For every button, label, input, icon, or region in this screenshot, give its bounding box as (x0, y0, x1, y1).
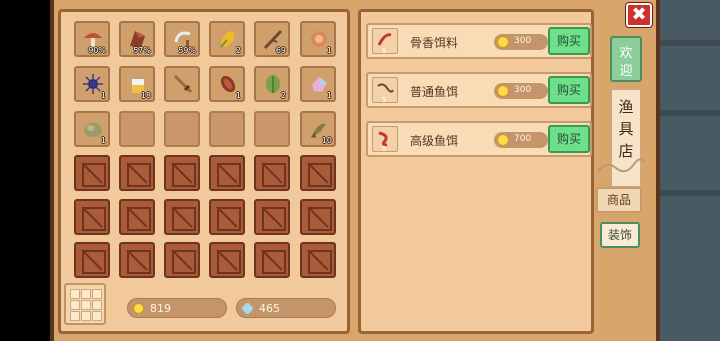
item-count: 90% (88, 46, 106, 55)
inventory-slot[interactable]: 1 (209, 66, 245, 102)
coin-icon (497, 36, 509, 48)
coin-icon (497, 85, 509, 97)
inventory-slot[interactable]: 59% (164, 21, 200, 57)
locked-slot[interactable] (164, 242, 200, 278)
inventory-slot[interactable]: 1 (300, 66, 336, 102)
shop-item-row: 5 高级鱼饵 700 购买 (366, 121, 592, 157)
buy-button[interactable]: 购买 (548, 76, 590, 104)
welcome-banner: 欢 迎 (610, 36, 642, 82)
locked-slot[interactable] (164, 199, 200, 235)
inventory-slot[interactable]: 2 (209, 21, 245, 57)
decorative-swirl-icon (597, 158, 645, 173)
item-count: 69 (275, 46, 286, 55)
inventory-slot[interactable]: 18 (119, 66, 155, 102)
inventory-slot[interactable]: 69 (254, 21, 290, 57)
locked-slot[interactable] (209, 242, 245, 278)
item-count: 1 (100, 91, 106, 100)
locked-slot[interactable] (119, 199, 155, 235)
locked-slot[interactable] (164, 155, 200, 191)
item-count: 1 (326, 91, 332, 100)
locked-slot[interactable] (119, 155, 155, 191)
locked-slot[interactable] (74, 242, 110, 278)
inventory-slot[interactable]: 1 (300, 21, 336, 57)
gold-value: 819 (150, 302, 171, 315)
gem-balance: 465 (236, 298, 336, 318)
inventory-slot[interactable]: 10 (300, 111, 336, 147)
inventory-slot[interactable]: 2 (254, 66, 290, 102)
item-name: 骨香饵料 (410, 36, 459, 50)
bone-bait-icon: 5 (372, 28, 398, 55)
tab-decor[interactable]: 装饰 (600, 222, 640, 248)
item-count: 1 (100, 136, 106, 145)
item-count: 2 (280, 91, 286, 100)
coin-icon (497, 134, 509, 146)
inventory-slot[interactable]: 90% (74, 21, 110, 57)
item-count: 10 (321, 136, 332, 145)
shop-item-row: 5 普通鱼饵 300 购买 (366, 72, 592, 108)
inventory-slot-empty[interactable] (209, 111, 245, 147)
gem-icon (241, 302, 254, 315)
item-count: 18 (140, 91, 151, 100)
locked-slot[interactable] (300, 242, 336, 278)
item-price: 700 (494, 132, 548, 148)
item-count: 1 (326, 46, 332, 55)
worm-bait-icon: 5 (372, 77, 398, 104)
locked-slot[interactable] (119, 242, 155, 278)
coin-icon (133, 303, 144, 314)
locked-slot[interactable] (209, 199, 245, 235)
locked-slot[interactable] (300, 155, 336, 191)
game-screen: 90% 57% 59% 2 69 1 1 18 1 2 1 1 10 819 4… (0, 0, 720, 341)
buy-button[interactable]: 购买 (548, 125, 590, 153)
tab-goods[interactable]: 商品 (596, 187, 642, 213)
inventory-slot[interactable]: 1 (74, 111, 110, 147)
inventory-slot-empty[interactable] (164, 111, 200, 147)
locked-slot[interactable] (209, 155, 245, 191)
sword-icon (173, 74, 193, 94)
item-name: 高级鱼饵 (410, 134, 459, 148)
inventory-slot-empty[interactable] (254, 111, 290, 147)
inventory-slot[interactable] (164, 66, 200, 102)
item-count: 57% (133, 46, 151, 55)
locked-slot[interactable] (254, 199, 290, 235)
gem-value: 465 (259, 302, 280, 315)
premium-bait-icon: 5 (372, 126, 398, 153)
close-button[interactable]: ✖ (626, 3, 652, 27)
inventory-slot[interactable]: 1 (74, 66, 110, 102)
item-count: 59% (178, 46, 196, 55)
item-price: 300 (494, 83, 548, 99)
shop-item-row: 5 骨香饵料 300 购买 (366, 23, 592, 59)
item-price: 300 (494, 34, 548, 50)
locked-slot[interactable] (300, 199, 336, 235)
locked-slot[interactable] (254, 155, 290, 191)
gold-balance: 819 (127, 298, 227, 318)
grid-view-button[interactable] (64, 283, 106, 325)
inventory-slot-empty[interactable] (119, 111, 155, 147)
item-count: 2 (235, 46, 241, 55)
item-count: 1 (235, 91, 241, 100)
locked-slot[interactable] (74, 155, 110, 191)
inventory-slot[interactable]: 57% (119, 21, 155, 57)
buy-button[interactable]: 购买 (548, 27, 590, 55)
locked-slot[interactable] (254, 242, 290, 278)
item-name: 普通鱼饵 (410, 85, 459, 99)
locked-slot[interactable] (74, 199, 110, 235)
